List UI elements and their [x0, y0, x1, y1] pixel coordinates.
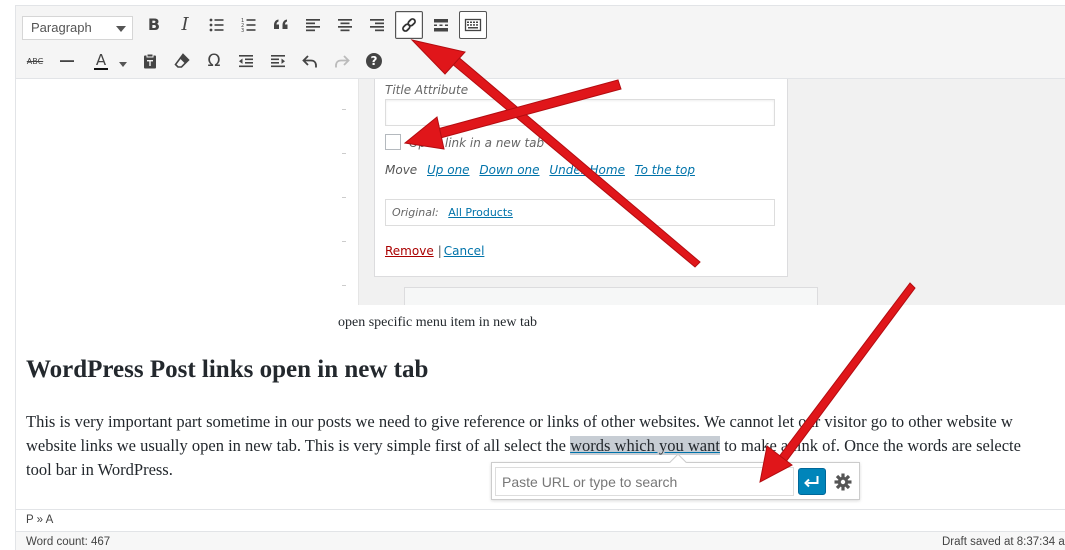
move-down-one-link: Down one	[479, 163, 540, 177]
move-label: Move	[385, 163, 418, 177]
original-label: Original:	[392, 206, 439, 219]
numbered-list-button[interactable]: 123	[236, 12, 262, 38]
special-character-icon: Ω	[207, 51, 221, 71]
align-left-icon	[306, 19, 320, 32]
paragraph-line-2: website links we usually open in new tab…	[26, 434, 1065, 458]
redo-button[interactable]	[329, 48, 355, 74]
selected-text[interactable]: words which you want	[570, 436, 720, 455]
help-icon: ?	[366, 53, 382, 69]
align-center-button[interactable]	[332, 12, 358, 38]
menu-item-actions: Remove | Cancel	[385, 244, 484, 258]
move-to-top-link: To the top	[634, 163, 695, 177]
bold-icon: B	[147, 15, 161, 34]
element-path: P » A	[15, 509, 1065, 531]
redo-icon	[335, 55, 350, 68]
text-color-dropdown-icon[interactable]	[119, 62, 127, 67]
clear-formatting-button[interactable]	[169, 48, 195, 74]
special-character-button[interactable]: Ω	[201, 48, 227, 74]
cancel-link: Cancel	[443, 244, 485, 258]
inline-link-popup	[491, 453, 860, 500]
embedded-screenshot: Title Attribute Open link in a new tab M…	[342, 79, 1065, 305]
embedded-left-column	[342, 79, 359, 305]
title-attribute-label: Title Attribute	[385, 83, 469, 97]
url-input[interactable]	[495, 467, 794, 496]
strikethrough-icon: ABC	[26, 56, 44, 66]
open-new-tab-label: Open link in a new tab	[409, 136, 545, 150]
word-count: Word count: 467	[26, 536, 111, 548]
move-up-one-link: Up one	[427, 163, 470, 177]
toolbar-row-2: ABC A Ω ?	[16, 44, 1065, 78]
apply-link-button[interactable]	[798, 468, 826, 495]
help-button[interactable]: ?	[361, 48, 387, 74]
align-right-icon	[370, 19, 384, 32]
paragraph-text: to make a link of. Once the words are se…	[719, 436, 1021, 455]
blockquote-icon	[274, 19, 288, 29]
clear-formatting-icon	[174, 53, 190, 68]
post-heading: WordPress Post links open in new tab	[26, 356, 429, 383]
post-status-info: Word count: 467 Draft saved at 8:37:34 a	[15, 531, 1065, 550]
paste-as-text-button[interactable]	[137, 48, 163, 74]
read-more-icon	[434, 19, 448, 32]
actions-separator: |	[437, 244, 442, 258]
horizontal-line-icon	[60, 60, 74, 62]
remove-link: Remove	[385, 244, 434, 258]
divider	[342, 285, 346, 286]
align-center-icon	[338, 19, 352, 32]
link-options-button[interactable]	[830, 468, 856, 495]
increase-indent-button[interactable]	[265, 48, 291, 74]
editor-toolbar: Paragraph B I 123 ABC A Ω ?	[15, 5, 1065, 79]
align-right-button[interactable]	[364, 12, 390, 38]
divider	[342, 197, 346, 198]
decrease-indent-icon	[239, 55, 253, 68]
undo-button[interactable]	[297, 48, 323, 74]
increase-indent-icon	[271, 55, 285, 68]
toolbar-row-1: Paragraph B I 123	[16, 8, 1065, 42]
read-more-button[interactable]	[428, 12, 454, 38]
paragraph-line-1: This is very important part sometime in …	[26, 412, 1013, 431]
horizontal-line-button[interactable]	[54, 48, 80, 74]
next-menu-item	[404, 287, 818, 305]
insert-link-icon	[402, 18, 416, 32]
chevron-down-icon	[116, 26, 126, 32]
bold-button[interactable]: B	[141, 12, 167, 38]
element-path-text: P » A	[26, 514, 54, 526]
text-color-button[interactable]: A	[86, 48, 116, 74]
format-select[interactable]: Paragraph	[22, 16, 133, 40]
paragraph-text: website links we usually open in new tab…	[26, 436, 571, 455]
numbered-list-icon: 123	[241, 18, 256, 34]
undo-icon	[302, 55, 317, 68]
open-new-tab-checkbox	[385, 134, 401, 150]
toolbar-toggle-icon	[464, 18, 482, 32]
insert-link-button[interactable]	[395, 11, 423, 39]
title-attribute-field	[385, 99, 775, 126]
bulleted-list-button[interactable]	[204, 12, 230, 38]
align-left-button[interactable]	[300, 12, 326, 38]
italic-icon: I	[181, 14, 189, 35]
text-color-icon: A	[93, 50, 109, 70]
paste-as-text-icon	[144, 53, 156, 69]
autosave-status: Draft saved at 8:37:34 a	[942, 536, 1065, 548]
divider	[342, 153, 346, 154]
divider	[342, 109, 346, 110]
bulleted-list-icon	[209, 18, 224, 32]
move-under-home-link: Under Home	[549, 163, 625, 177]
italic-button[interactable]: I	[172, 12, 198, 38]
strikethrough-button[interactable]: ABC	[22, 48, 48, 74]
original-field: Original: All Products	[385, 199, 775, 226]
toolbar-toggle-button[interactable]	[459, 11, 487, 39]
menu-item-settings-panel: Title Attribute Open link in a new tab M…	[374, 79, 788, 277]
decrease-indent-button[interactable]	[233, 48, 259, 74]
svg-text:3: 3	[241, 28, 244, 34]
move-links: Move Up one Down one Under Home To the t…	[385, 163, 695, 177]
format-select-value: Paragraph	[31, 20, 92, 35]
blockquote-button[interactable]	[268, 12, 294, 38]
gear-icon	[834, 473, 852, 490]
image-caption: open specific menu item in new tab	[338, 315, 538, 330]
editor-content-area[interactable]: Title Attribute Open link in a new tab M…	[15, 79, 1065, 509]
original-link: All Products	[448, 206, 513, 219]
enter-arrow-icon	[804, 475, 819, 487]
divider	[342, 241, 346, 242]
